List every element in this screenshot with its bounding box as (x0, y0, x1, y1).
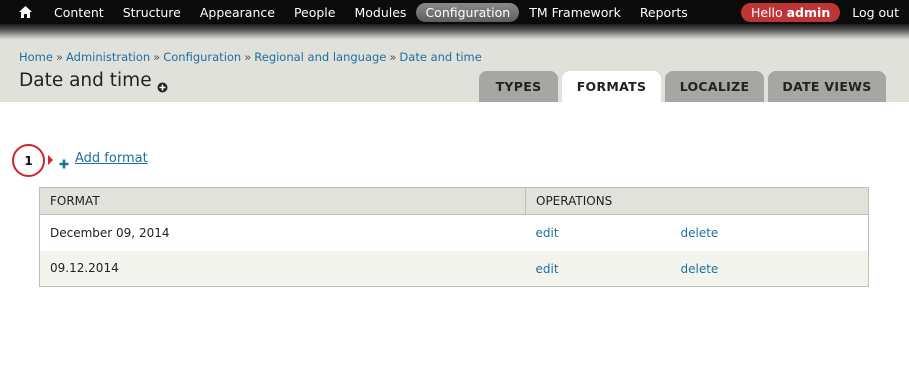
edit-link[interactable]: edit (536, 226, 559, 240)
toolbar-item-content[interactable]: Content (45, 3, 113, 22)
add-format-action[interactable]: Add format (59, 151, 148, 168)
format-cell: December 09, 2014 (39, 214, 526, 251)
toolbar-item-structure[interactable]: Structure (114, 3, 190, 22)
delete-link[interactable]: delete (681, 226, 719, 240)
breadcrumb-administration[interactable]: Administration (66, 50, 150, 64)
breadcrumb: Home» Administration» Configuration» Region… (19, 50, 482, 64)
logout-link[interactable]: Log out (852, 5, 899, 20)
operations-cell: edit delete (525, 250, 869, 287)
column-header-format: FORMAT (39, 187, 526, 215)
toolbar-user-area: Hello admin Log out (740, 0, 899, 24)
toolbar-item-modules[interactable]: Modules (345, 3, 415, 22)
tab-formats[interactable]: FORMATS (562, 71, 661, 102)
delete-link[interactable]: delete (681, 262, 719, 276)
step-arrow-icon (48, 155, 53, 165)
formats-table: FORMAT OPERATIONS December 09, 2014 edit… (39, 187, 869, 287)
page-title: Date and time (19, 70, 152, 91)
table-row: December 09, 2014 edit delete (39, 214, 869, 251)
toolbar-item-people[interactable]: People (285, 3, 345, 22)
add-format-link[interactable]: Add format (75, 151, 148, 166)
toolbar-item-tm-framework[interactable]: TM Framework (520, 3, 630, 22)
breadcrumb-separator: » (55, 50, 64, 64)
operations-cell: edit delete (525, 214, 869, 251)
toolbar-item-reports[interactable]: Reports (631, 3, 697, 22)
hello-prefix: Hello (750, 4, 783, 20)
username: admin (786, 4, 831, 20)
tab-types[interactable]: TYPES (479, 71, 558, 102)
secondary-tabs: TYPES FORMATS LOCALIZE DATE VIEWS (479, 71, 890, 102)
breadcrumb-home[interactable]: Home (19, 50, 53, 64)
plus-icon (59, 154, 69, 168)
page-header: Home» Administration» Configuration» Region… (0, 40, 909, 102)
toolbar-shadow (0, 24, 909, 40)
breadcrumb-regional-language[interactable]: Regional and language (254, 50, 386, 64)
admin-toolbar: Content Structure Appearance People Modu… (0, 0, 909, 24)
tab-localize[interactable]: LOCALIZE (665, 71, 764, 102)
breadcrumb-separator: » (389, 50, 397, 64)
toolbar-item-configuration[interactable]: Configuration (416, 2, 520, 22)
table-header-row: FORMAT OPERATIONS (39, 187, 869, 215)
breadcrumb-separator: » (153, 50, 161, 64)
edit-link[interactable]: edit (536, 262, 559, 276)
breadcrumb-separator: » (244, 50, 252, 64)
hello-user-badge[interactable]: Hello admin (740, 2, 841, 22)
add-shortcut-icon[interactable] (157, 78, 168, 93)
toolbar-item-appearance[interactable]: Appearance (191, 3, 284, 22)
breadcrumb-configuration[interactable]: Configuration (163, 50, 241, 64)
breadcrumb-date-time[interactable]: Date and time (399, 50, 481, 64)
column-header-operations: OPERATIONS (525, 187, 869, 215)
table-row: 09.12.2014 edit delete (39, 250, 869, 287)
home-icon[interactable] (13, 0, 37, 24)
step-marker: 1 (12, 144, 45, 177)
tab-date-views[interactable]: DATE VIEWS (768, 71, 886, 102)
format-cell: 09.12.2014 (39, 250, 526, 287)
